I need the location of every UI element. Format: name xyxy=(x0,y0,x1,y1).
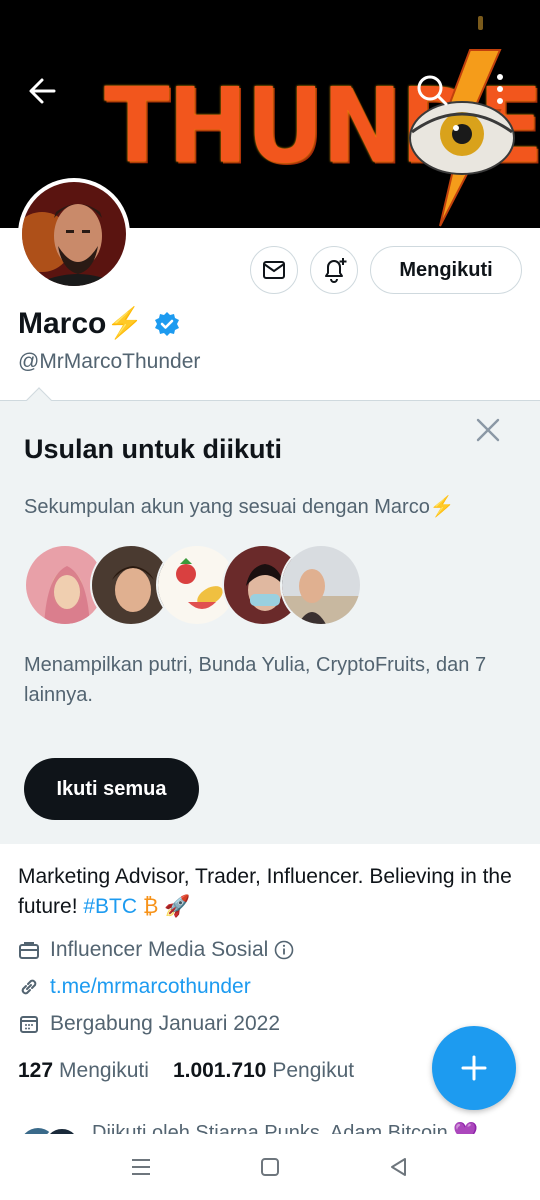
compose-tweet-button[interactable] xyxy=(432,1026,516,1110)
profile-bio: Marketing Advisor, Trader, Influencer. B… xyxy=(18,862,528,922)
info-icon[interactable] xyxy=(274,940,294,960)
link-icon xyxy=(21,979,37,995)
display-name-text: Marco⚡ xyxy=(18,307,144,340)
following-label[interactable]: Mengikuti xyxy=(59,1059,149,1083)
following-button[interactable]: Mengikuti xyxy=(370,246,522,294)
calendar-icon xyxy=(20,1016,38,1033)
close-icon xyxy=(476,418,500,442)
suggestions-subtitle: Sekumpulan akun yang sesuai dengan Marco… xyxy=(24,496,455,518)
briefcase-icon xyxy=(19,942,39,959)
followers-label[interactable]: Pengikut xyxy=(272,1059,354,1083)
avatar[interactable] xyxy=(18,178,130,290)
search-button[interactable] xyxy=(410,68,454,112)
join-date: Bergabung Januari 2022 xyxy=(18,1012,280,1036)
verified-badge-icon xyxy=(154,311,179,336)
recent-apps-button[interactable] xyxy=(121,1152,161,1182)
bell-plus-icon xyxy=(325,258,347,283)
hashtag-link[interactable]: #BTC xyxy=(83,895,137,918)
followed-by-avatars xyxy=(24,1127,77,1134)
arrow-left-icon xyxy=(29,78,56,104)
recent-apps-icon xyxy=(132,1159,150,1175)
suggestions-title: Usulan untuk diikuti xyxy=(24,434,283,464)
search-icon xyxy=(417,75,448,106)
follow-stats: 127 Mengikuti 1.001.710 Pengikut xyxy=(18,1059,354,1083)
back-button[interactable] xyxy=(18,68,66,116)
suggestions-description: Menampilkan putri, Bunda Yulia, CryptoFr… xyxy=(24,654,487,706)
notifications-button[interactable] xyxy=(310,246,358,294)
join-date-label: Bergabung Januari 2022 xyxy=(50,1012,281,1035)
triangle-back-icon xyxy=(391,1158,406,1176)
home-button[interactable] xyxy=(250,1152,290,1182)
avatar-image xyxy=(22,182,126,286)
category-label: Influencer Media Sosial xyxy=(50,938,269,961)
envelope-icon xyxy=(263,261,285,279)
following-count[interactable]: 127 xyxy=(18,1059,53,1083)
suggested-avatar[interactable] xyxy=(280,544,362,626)
plus-icon xyxy=(461,1055,487,1081)
profile-category: Influencer Media Sosial xyxy=(18,938,304,962)
display-name: Marco⚡ xyxy=(18,306,180,341)
website-link[interactable]: t.me/mrmarcothunder xyxy=(50,975,251,999)
profile-website: t.me/mrmarcothunder xyxy=(18,975,251,999)
followers-count[interactable]: 1.001.710 xyxy=(173,1059,266,1083)
followed-by-row[interactable]: Diikuti oleh Stiarna Punks, Adam Bitcoin… xyxy=(18,1118,540,1134)
system-back-button[interactable] xyxy=(379,1152,419,1182)
more-options-button[interactable] xyxy=(484,68,516,112)
system-navigation-bar xyxy=(0,1134,540,1200)
message-button[interactable] xyxy=(250,246,298,294)
followed-by-text: Diikuti oleh Stiarna Punks, Adam Bitcoin… xyxy=(92,1122,479,1134)
home-square-icon xyxy=(261,1158,279,1176)
more-vertical-icon xyxy=(497,74,503,104)
bio-emoji: ₿ 🚀 xyxy=(137,895,191,918)
user-handle: @MrMarcoThunder xyxy=(18,350,201,373)
suggested-avatars[interactable] xyxy=(24,544,362,626)
close-suggestions-button[interactable] xyxy=(470,412,506,448)
follow-all-button[interactable]: Ikuti semua xyxy=(24,758,199,820)
